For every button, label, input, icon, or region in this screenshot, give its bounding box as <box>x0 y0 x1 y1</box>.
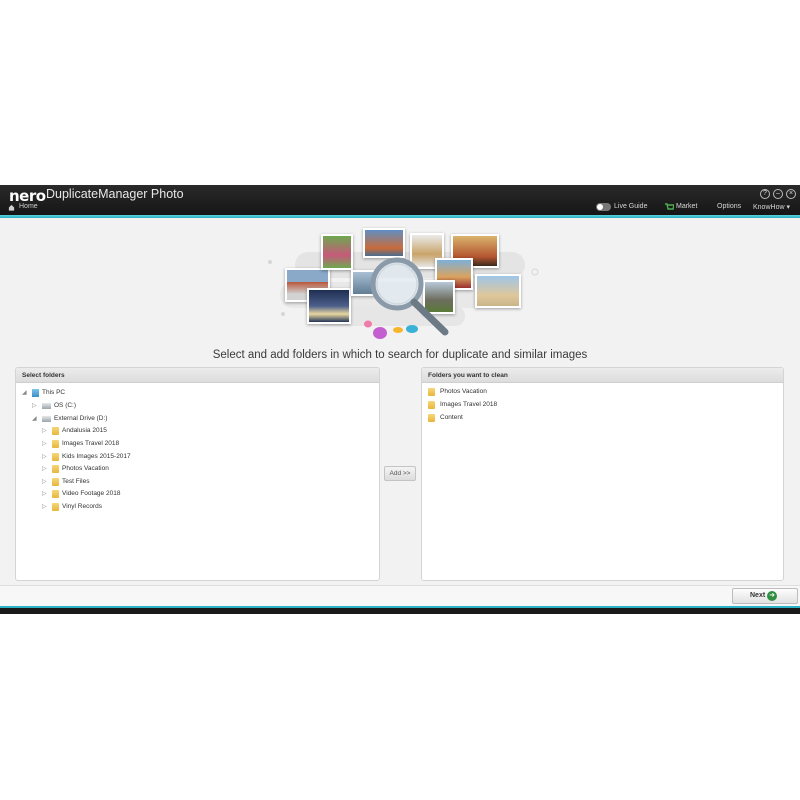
expand-arrow-icon[interactable]: ▷ <box>42 465 47 472</box>
drive-icon <box>42 403 51 409</box>
home-link[interactable]: Home <box>19 203 38 210</box>
photo-thumb-child <box>321 234 353 270</box>
expand-arrow-icon[interactable]: ▷ <box>42 453 47 460</box>
tree-item-label: Images Travel 2018 <box>62 440 120 447</box>
tree-item-label: Video Footage 2018 <box>62 490 121 497</box>
hero-illustration <box>255 228 555 345</box>
accent-line <box>0 215 800 218</box>
folder-icon <box>52 465 59 473</box>
close-icon[interactable]: × <box>786 189 796 199</box>
knowhow-label: KnowHow <box>753 204 785 211</box>
clean-folder-label: Images Travel 2018 <box>440 401 498 408</box>
app-window: nero DuplicateManager Photo Home ? – × L… <box>0 185 800 614</box>
folder-icon <box>52 440 59 448</box>
select-folders-title: Select folders <box>16 368 379 383</box>
options-link[interactable]: Options <box>717 203 741 210</box>
folder-icon <box>428 388 435 396</box>
color-blobs <box>364 320 418 339</box>
live-guide-toggle[interactable] <box>596 203 611 211</box>
tree-item-label: OS (C:) <box>54 402 77 409</box>
next-button[interactable]: Next ➜ <box>732 588 798 604</box>
folder-icon <box>428 401 435 409</box>
tree-item-label: Vinyl Records <box>62 503 102 510</box>
collapse-arrow-icon[interactable]: ◢ <box>32 415 37 422</box>
bottom-bar <box>0 585 800 606</box>
tree-item-label: Test Files <box>62 478 90 485</box>
photo-thumb-beach <box>475 274 521 308</box>
clean-folder-label: Photos Vacation <box>440 388 487 395</box>
help-icon[interactable]: ? <box>760 189 770 199</box>
drive-icon <box>42 416 51 422</box>
expand-arrow-icon[interactable]: ▷ <box>42 478 47 485</box>
tree-item-label: Photos Vacation <box>62 465 109 472</box>
app-title: DuplicateManager Photo <box>46 187 184 201</box>
select-folders-panel: Select folders ◢ This PC ▷ OS (C:) ◢ External… <box>15 367 380 581</box>
expand-arrow-icon[interactable]: ▷ <box>42 490 47 497</box>
expand-arrow-icon[interactable]: ▷ <box>42 503 47 510</box>
home-icon[interactable] <box>8 204 15 211</box>
tree-item-label: This PC <box>42 389 66 396</box>
folder-icon <box>52 490 59 498</box>
pc-icon <box>32 389 39 397</box>
expand-arrow-icon[interactable]: ▷ <box>32 402 37 409</box>
live-guide-link[interactable]: Live Guide <box>614 203 647 210</box>
knowhow-link[interactable]: KnowHow ▾ <box>753 203 790 211</box>
minimize-icon[interactable]: – <box>773 189 783 199</box>
folders-to-clean-title: Folders you want to clean <box>422 368 783 383</box>
page-headline: Select and add folders in which to searc… <box>212 349 588 361</box>
tree-item-label: Kids Images 2015-2017 <box>62 453 131 460</box>
add-button[interactable]: Add >> <box>384 466 416 481</box>
title-bar: nero DuplicateManager Photo Home ? – × L… <box>0 185 800 215</box>
clean-folder-label: Content <box>440 414 463 421</box>
folder-icon <box>52 427 59 435</box>
photo-thumb-night-building <box>307 288 351 324</box>
folders-to-clean-panel: Folders you want to clean Photos Vacatio… <box>421 367 784 581</box>
collapse-arrow-icon[interactable]: ◢ <box>22 389 27 396</box>
expand-arrow-icon[interactable]: ▷ <box>42 427 47 434</box>
folder-icon <box>428 414 435 422</box>
folder-icon <box>52 453 59 461</box>
arrow-right-icon: ➜ <box>767 591 777 601</box>
bottom-accent-strip <box>0 606 800 614</box>
expand-arrow-icon[interactable]: ▷ <box>42 440 47 447</box>
tree-item-label: Andalusia 2015 <box>62 427 107 434</box>
next-label: Next <box>750 592 766 599</box>
folder-icon <box>52 503 59 511</box>
market-cart-icon <box>665 203 674 210</box>
folder-icon <box>52 478 59 486</box>
market-link[interactable]: Market <box>676 203 697 210</box>
tree-item-label: External Drive (D:) <box>54 415 108 422</box>
